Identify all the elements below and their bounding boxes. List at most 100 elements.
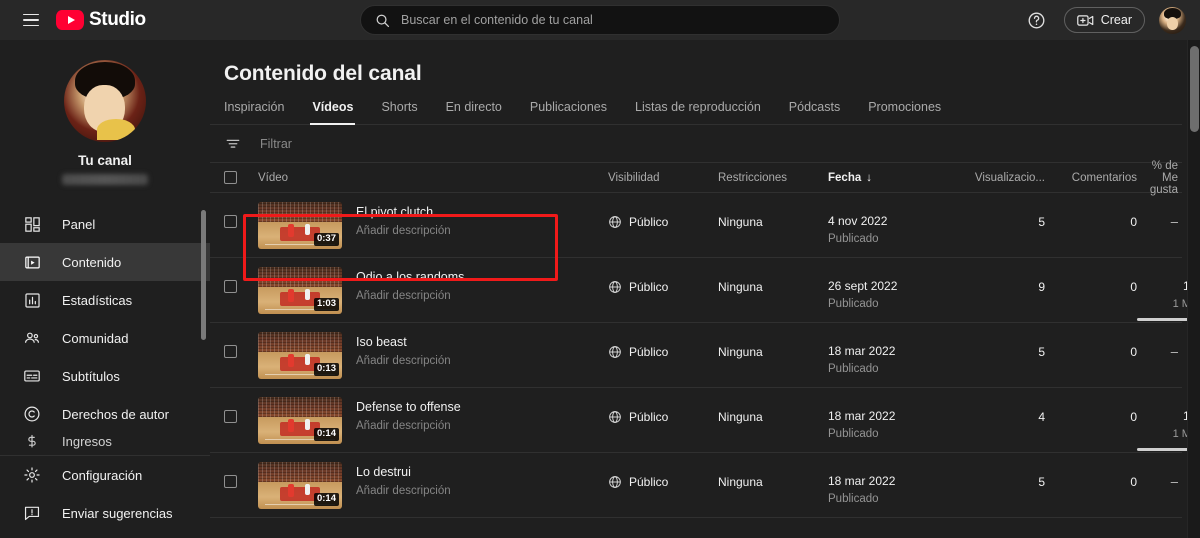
likes-cell: – — [1137, 193, 1182, 229]
row-checkbox[interactable] — [224, 215, 237, 228]
channel-avatar — [64, 60, 146, 142]
date-cell: 18 mar 2022 Publicado — [828, 323, 968, 375]
visibility-label: Público — [629, 280, 669, 294]
column-header-restrictions[interactable]: Restricciones — [718, 172, 828, 184]
create-button[interactable]: Crear — [1063, 7, 1145, 33]
sidebar-item-contenido[interactable]: Contenido — [0, 243, 210, 281]
video-thumbnail[interactable]: 0:14 — [258, 397, 342, 444]
video-cell: 0:13 Iso beast Añadir descripción — [258, 323, 608, 379]
avatar[interactable] — [1159, 6, 1186, 34]
table-row[interactable]: 1:03 Odio a los randoms Añadir descripci… — [210, 258, 1200, 323]
channel-summary[interactable]: Tu canal — [0, 40, 210, 199]
sidebar-item-label: Configuración — [62, 467, 143, 483]
video-cell: 1:03 Odio a los randoms Añadir descripci… — [258, 258, 608, 314]
tab-listas-de-reproduccion[interactable]: Listas de reproducción — [621, 100, 775, 124]
filter-icon[interactable] — [224, 135, 242, 153]
video-title[interactable]: Iso beast — [356, 335, 451, 349]
date-value: 4 nov 2022 — [828, 214, 888, 228]
tab-inspiracion[interactable]: Inspiración — [224, 100, 298, 124]
row-checkbox[interactable] — [224, 410, 237, 423]
restrictions-cell: Ninguna — [718, 410, 763, 424]
restrictions-cell: Ninguna — [718, 215, 763, 229]
row-checkbox-cell — [224, 388, 258, 423]
tab-videos[interactable]: Vídeos — [298, 100, 367, 125]
tab-podcasts[interactable]: Pódcasts — [775, 100, 854, 124]
column-header-video[interactable]: Vídeo — [258, 172, 608, 184]
create-video-icon — [1076, 14, 1094, 27]
tab-en-directo[interactable]: En directo — [432, 100, 516, 124]
column-header-date[interactable]: Fecha ↓ — [828, 172, 968, 184]
table-row[interactable]: 0:14 Lo destrui Añadir descripción Públi… — [210, 453, 1182, 518]
column-header-visibility[interactable]: Visibilidad — [608, 172, 718, 184]
tab-label: Listas de reproducción — [635, 100, 761, 114]
video-cell: 0:37 El pivot clutch Añadir descripción — [258, 193, 608, 249]
sidebar-item-panel[interactable]: Panel — [0, 205, 210, 243]
likes-percent: – — [1170, 344, 1178, 359]
filter-input[interactable]: Filtrar — [260, 137, 292, 151]
video-cell: 0:14 Defense to offense Añadir descripci… — [258, 388, 608, 444]
table-row[interactable]: 0:37 El pivot clutch Añadir descripción — [210, 193, 1182, 258]
channel-name: Tu canal — [78, 153, 132, 168]
date-status: Publicado — [828, 428, 879, 440]
page-scrollbar[interactable] — [1187, 40, 1200, 538]
date-cell: 4 nov 2022 Publicado — [828, 193, 968, 245]
video-thumbnail[interactable]: 0:14 — [258, 462, 342, 509]
gear-icon — [22, 465, 42, 485]
studio-logo[interactable]: Studio — [56, 9, 146, 31]
search-input[interactable] — [401, 13, 825, 27]
video-thumbnail[interactable]: 0:13 — [258, 332, 342, 379]
video-title[interactable]: Odio a los randoms — [356, 270, 464, 284]
video-title[interactable]: Defense to offense — [356, 400, 461, 414]
sidebar-item-configuracion[interactable]: Configuración — [0, 456, 210, 494]
tab-label: Pódcasts — [788, 100, 841, 114]
table-header-row: Vídeo Visibilidad Restricciones Fecha ↓ … — [210, 160, 1182, 196]
likes-cell: – — [1137, 323, 1182, 359]
video-title[interactable]: Lo destrui — [356, 465, 451, 479]
date-cell: 26 sept 2022 Publicado — [828, 258, 968, 310]
sidebar-item-enviar-sugerencias[interactable]: Enviar sugerencias — [0, 494, 210, 532]
date-value: 18 mar 2022 — [828, 344, 896, 358]
search-icon — [375, 13, 390, 28]
column-header-comments[interactable]: Comentarios — [1045, 172, 1137, 184]
video-description[interactable]: Añadir descripción — [356, 485, 451, 497]
row-checkbox[interactable] — [224, 280, 237, 293]
row-checkbox[interactable] — [224, 475, 237, 488]
hamburger-menu-icon[interactable] — [14, 3, 48, 37]
tab-publicaciones[interactable]: Publicaciones — [516, 100, 621, 124]
subtitles-icon — [22, 366, 42, 386]
sidebar: Tu canal Panel Contenido Estadísticas Co… — [0, 40, 210, 538]
video-description[interactable]: Añadir descripción — [356, 355, 451, 367]
sidebar-bottom-nav: Configuración Enviar sugerencias — [0, 455, 210, 538]
sidebar-item-subtitulos[interactable]: Subtítulos — [0, 357, 210, 395]
column-header-views[interactable]: Visualizacio... — [968, 172, 1045, 184]
hamburger-line — [23, 19, 39, 21]
row-checkbox[interactable] — [224, 345, 237, 358]
select-all-checkbox[interactable] — [224, 171, 237, 184]
tab-shorts[interactable]: Shorts — [367, 100, 431, 124]
sidebar-item-derechos-de-autor[interactable]: Derechos de autor — [0, 395, 210, 433]
video-description[interactable]: Añadir descripción — [356, 290, 464, 302]
page-scrollbar-thumb[interactable] — [1190, 46, 1199, 132]
main-content: Contenido del canal Inspiración Vídeos S… — [210, 40, 1200, 538]
video-description[interactable]: Añadir descripción — [356, 420, 461, 432]
video-thumbnail[interactable]: 1:03 — [258, 267, 342, 314]
page-title: Contenido del canal — [224, 62, 422, 85]
sidebar-item-ingresos[interactable]: Ingresos — [0, 433, 210, 449]
table-row[interactable]: 0:13 Iso beast Añadir descripción Públic… — [210, 323, 1182, 388]
table-row[interactable]: 0:14 Defense to offense Añadir descripci… — [210, 388, 1200, 453]
date-status: Publicado — [828, 493, 879, 505]
sidebar-item-label: Enviar sugerencias — [62, 505, 173, 521]
help-circle-icon[interactable] — [1024, 7, 1050, 33]
create-button-label: Crear — [1100, 13, 1132, 27]
video-meta: El pivot clutch Añadir descripción — [356, 202, 451, 249]
column-header-likes[interactable]: % de Me gusta — [1137, 160, 1182, 196]
sidebar-scrollbar-thumb[interactable] — [201, 210, 206, 340]
search-box[interactable] — [360, 5, 840, 35]
visibility-cell: Público — [608, 388, 718, 424]
video-title[interactable]: El pivot clutch — [356, 205, 451, 219]
sidebar-item-comunidad[interactable]: Comunidad — [0, 319, 210, 357]
video-description[interactable]: Añadir descripción — [356, 225, 451, 237]
video-thumbnail[interactable]: 0:37 — [258, 202, 342, 249]
sidebar-item-estadisticas[interactable]: Estadísticas — [0, 281, 210, 319]
tab-promociones[interactable]: Promociones — [854, 100, 955, 124]
